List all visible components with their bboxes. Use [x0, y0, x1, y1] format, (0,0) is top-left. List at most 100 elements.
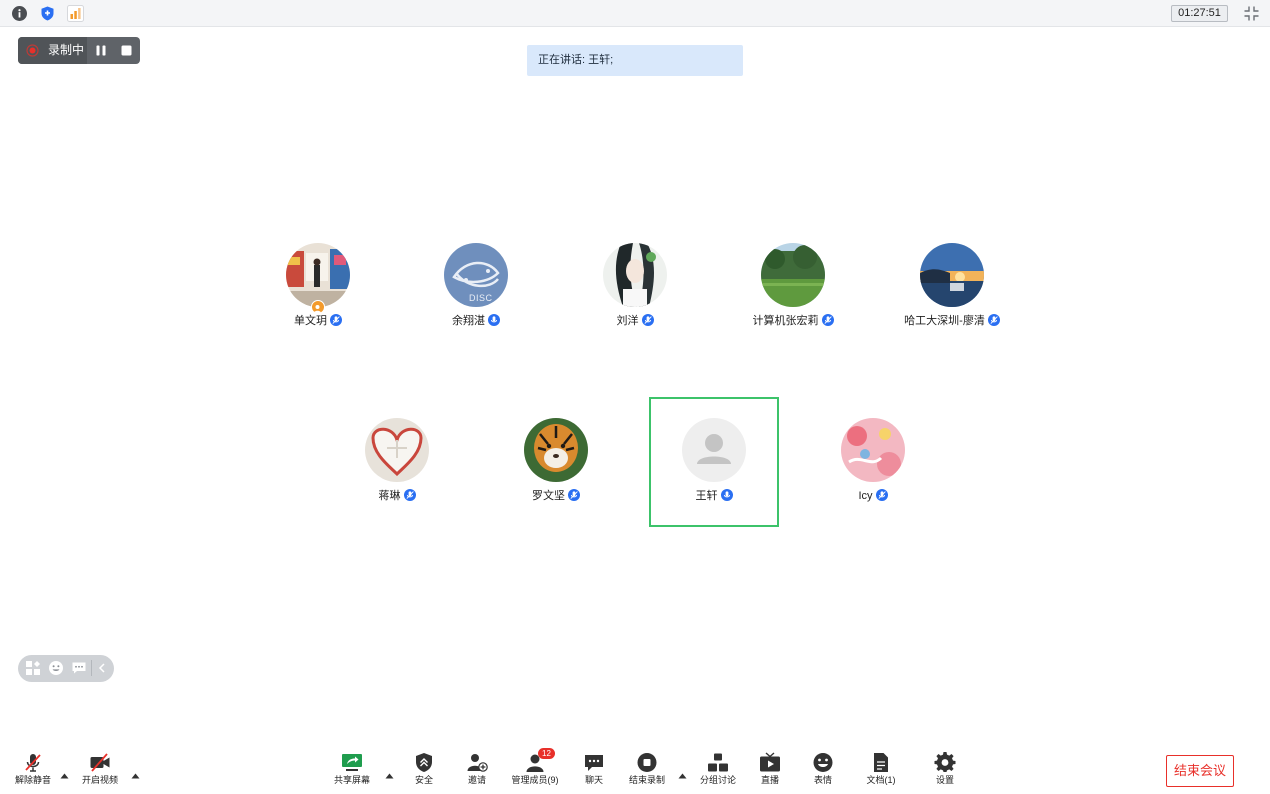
meeting-timer: 01:27:51 [1171, 5, 1228, 22]
participant-name: 刘洋 [570, 314, 700, 328]
recording-status: 录制中 [18, 37, 87, 64]
avatar [761, 243, 825, 307]
avatar [603, 243, 667, 307]
manage-members-button[interactable]: 管理成员(9) [505, 752, 565, 788]
video-options-caret-icon[interactable] [131, 766, 140, 779]
avatar [524, 418, 588, 482]
live-stream-icon [759, 752, 781, 773]
video-off-icon [89, 752, 111, 773]
participant-name: 蒋琳 [332, 489, 462, 503]
participant-name-text: Icy [858, 490, 873, 502]
reactions-label: 表情 [813, 775, 832, 785]
recording-label: 录制中 [48, 43, 85, 57]
settings-button[interactable]: 设置 [915, 752, 975, 788]
divider [91, 660, 92, 676]
avatar [365, 418, 429, 482]
mic-muted-icon [641, 314, 654, 326]
top-bar: 01:27:51 [0, 0, 1270, 27]
share-screen-button[interactable]: 共享屏幕 [322, 752, 382, 788]
avatar [682, 418, 746, 482]
add-user-icon [466, 752, 488, 773]
share-screen-icon [341, 752, 363, 773]
recording-indicator: 录制中 [18, 37, 140, 64]
security-button[interactable]: 安全 [394, 752, 454, 788]
breakout-rooms-button[interactable]: 分组讨论 [688, 752, 748, 788]
chat-button[interactable]: 聊天 [564, 752, 624, 788]
participant-name: Icy [808, 489, 938, 503]
mic-icon [488, 314, 500, 326]
participant-name-text: 计算机张宏莉 [752, 315, 819, 327]
end-recording-label: 结束录制 [628, 775, 665, 785]
emoji-icon[interactable] [48, 660, 64, 676]
invite-button[interactable]: 邀请 [447, 752, 507, 788]
avatar-disc-text: DISC [469, 293, 493, 303]
breakout-rooms-label: 分组讨论 [699, 775, 736, 785]
share-screen-label: 共享屏幕 [333, 775, 370, 785]
mic-icon [720, 489, 733, 501]
participant-name-text: 蒋琳 [378, 490, 401, 502]
end-meeting-button[interactable]: 结束会议 [1166, 755, 1234, 787]
participant-name-text: 刘洋 [616, 315, 639, 327]
security-label: 安全 [414, 775, 433, 785]
host-badge-icon [311, 300, 325, 314]
participant-name-text: 余翔湛 [452, 315, 485, 327]
participant-tile[interactable]: 刘洋 [570, 223, 700, 353]
exit-fullscreen-icon[interactable] [1243, 5, 1260, 22]
mic-muted-icon [330, 314, 342, 326]
breakout-rooms-icon [707, 752, 729, 773]
participant-name: 余翔湛 [411, 314, 541, 328]
documents-label: 文档(1) [866, 775, 896, 785]
live-stream-button[interactable]: 直播 [740, 752, 800, 788]
collapse-chevron-icon[interactable] [94, 660, 110, 676]
document-icon [870, 752, 892, 773]
manage-members-label: 管理成员(9) [511, 775, 559, 785]
end-recording-button[interactable]: 结束录制 [617, 752, 677, 788]
members-count-badge: 12 [538, 748, 555, 759]
settings-label: 设置 [935, 775, 954, 785]
layout-grid-icon[interactable] [25, 660, 41, 676]
stop-record-icon [636, 752, 658, 773]
mic-muted-icon [987, 314, 1000, 326]
mic-muted-icon [403, 489, 416, 501]
recording-options-caret-icon[interactable] [678, 766, 687, 779]
pause-recording-icon[interactable] [94, 44, 108, 57]
audio-options-caret-icon[interactable] [60, 766, 69, 779]
shield-icon[interactable] [39, 5, 56, 22]
participant-name: 王轩 [649, 489, 779, 503]
participant-name-text: 单文玥 [294, 315, 327, 327]
signal-icon[interactable] [67, 5, 84, 22]
start-video-label: 开启视频 [81, 775, 118, 785]
info-icon[interactable] [11, 5, 28, 22]
unmute-button[interactable]: 解除静音 [3, 752, 63, 788]
chat-bubble-icon[interactable] [71, 660, 87, 676]
participant-tile[interactable]: 哈工大深圳-廖清 [887, 223, 1017, 353]
avatar: DISC [444, 243, 508, 307]
participant-tile[interactable]: DISC 余翔湛 [411, 223, 541, 353]
shield-icon [413, 752, 435, 773]
stop-recording-icon[interactable] [120, 44, 133, 57]
mic-muted-icon [821, 314, 834, 326]
participant-name: 计算机张宏莉 [728, 314, 858, 328]
meeting-window: 01:27:51 录制中 正在讲话: 王轩; 单文玥 DISC 余翔湛 刘洋 计… [0, 0, 1270, 794]
participant-tile[interactable]: 计算机张宏莉 [728, 223, 858, 353]
avatar [841, 418, 905, 482]
documents-button[interactable]: 文档(1) [851, 752, 911, 788]
start-video-button[interactable]: 开启视频 [70, 752, 130, 788]
reactions-button[interactable]: 表情 [793, 752, 853, 788]
participant-tile[interactable]: 蒋琳 [332, 398, 462, 528]
participant-tile-active-speaker[interactable]: 王轩 [649, 397, 779, 527]
gear-icon [934, 752, 956, 773]
participant-name: 罗文坚 [491, 489, 621, 503]
chat-label: 聊天 [584, 775, 603, 785]
avatar [920, 243, 984, 307]
participant-tile[interactable]: 罗文坚 [491, 398, 621, 528]
participant-tile[interactable]: 单文玥 [253, 223, 383, 353]
participant-tile[interactable]: Icy [808, 398, 938, 528]
record-dot-icon [26, 44, 39, 57]
mic-muted-icon [568, 489, 580, 501]
mic-muted-icon [22, 752, 44, 773]
share-options-caret-icon[interactable] [385, 766, 394, 779]
avatar [286, 243, 350, 307]
participant-name-text: 哈工大深圳-廖清 [904, 315, 985, 327]
chat-icon [583, 752, 605, 773]
